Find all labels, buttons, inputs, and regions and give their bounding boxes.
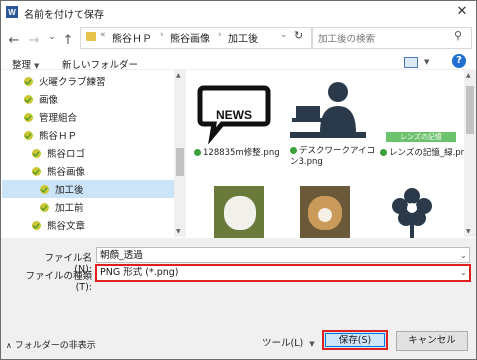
word-app-icon: W <box>6 6 18 18</box>
folder-tree: 火曜クラブ練習 画像 管理組合 熊谷ＨＰ 熊谷ロゴ 熊谷画像 加工後 加工前 熊… <box>2 72 174 234</box>
tree-item-label: 熊谷画像 <box>47 167 86 178</box>
lens-memory-badge: レンズの記憶 <box>386 132 456 142</box>
sync-check-icon <box>24 112 33 122</box>
sync-status-icon <box>290 147 297 154</box>
sync-status-icon <box>380 149 387 156</box>
filename-dropdown-icon[interactable]: ⌄ <box>460 251 467 260</box>
toolbar-divider <box>2 69 474 70</box>
help-icon[interactable]: ? <box>452 54 466 68</box>
file-name: デスクワークアイコン3.png <box>290 146 376 167</box>
content-scrollbar-thumb[interactable] <box>466 86 474 134</box>
file-item[interactable]: レンズの記憶 レンズの記憶_緑.png <box>380 118 471 159</box>
breadcrumb-separator: › <box>218 30 222 40</box>
file-item[interactable]: デスクワークアイコン3.png <box>290 76 375 167</box>
breadcrumb-separator: › <box>160 30 164 40</box>
news-label: NEWS <box>216 108 252 122</box>
tree-item-images[interactable]: 画像 <box>2 90 174 108</box>
tree-item-kumagaya-logo[interactable]: 熊谷ロゴ <box>2 144 174 162</box>
dog-photo-brown[interactable] <box>300 186 350 238</box>
breadcrumb-kumagaya-hp[interactable]: 熊谷ＨＰ <box>112 30 152 45</box>
address-dropdown-icon[interactable]: ⌄ <box>280 30 288 40</box>
refresh-icon[interactable]: ↻ <box>294 29 303 42</box>
dialog-title: 名前を付けて保存 <box>24 10 104 21</box>
dog-photo-white[interactable] <box>214 186 264 238</box>
flower-icon[interactable] <box>384 184 440 238</box>
tools-label: ツール(L) <box>262 338 304 349</box>
tree-item-label: 熊谷ＨＰ <box>39 131 78 142</box>
tree-item-kumagaya-hp[interactable]: 熊谷ＨＰ <box>2 126 174 144</box>
folder-icon <box>86 32 96 41</box>
sync-check-icon <box>24 130 33 140</box>
tree-item-label: 画像 <box>39 95 59 106</box>
file-name: 128835m修整.png <box>194 148 284 159</box>
view-options-icon[interactable] <box>404 57 418 68</box>
save-button[interactable]: 保存(S) <box>322 330 388 350</box>
sync-check-icon <box>32 166 41 176</box>
up-folder-icon[interactable]: ↑ <box>60 33 76 48</box>
search-icon[interactable]: ⚲ <box>454 29 462 42</box>
tree-item-label: 加工後 <box>55 185 84 196</box>
back-arrow-icon[interactable]: ← <box>6 33 22 48</box>
cancel-button[interactable]: キャンセル <box>396 331 468 351</box>
search-input[interactable]: 加工後の検索 <box>318 31 375 45</box>
content-scroll-up-icon[interactable]: ▲ <box>466 72 471 79</box>
recent-locations-chevron-icon[interactable]: ⌄ <box>44 32 60 42</box>
breadcrumb-processed[interactable]: 加工後 <box>228 30 258 45</box>
filename-input[interactable]: 朝顔_透過 <box>96 247 470 263</box>
forward-arrow-icon[interactable]: → <box>26 33 42 48</box>
breadcrumb-overflow[interactable]: « <box>100 30 106 40</box>
tree-item-kumagaya-text[interactable]: 熊谷文章 <box>2 216 174 234</box>
sync-check-icon <box>32 220 41 230</box>
hide-folders-button[interactable]: ∧ フォルダーの非表示 <box>6 338 96 351</box>
tree-item-processed[interactable]: 加工後 <box>2 180 174 198</box>
sync-check-icon <box>40 184 49 194</box>
tree-item-unprocessed[interactable]: 加工前 <box>2 198 174 216</box>
tree-scrollbar-thumb[interactable] <box>176 148 184 176</box>
file-name: レンズの記憶_緑.png <box>380 148 471 159</box>
tree-item-kayou-club[interactable]: 火曜クラブ練習 <box>2 72 174 90</box>
tree-item-label: 加工前 <box>55 203 84 214</box>
sync-check-icon <box>24 76 33 86</box>
view-dropdown-icon[interactable]: ▼ <box>424 58 429 66</box>
sync-status-icon <box>194 149 201 156</box>
tree-scroll-down-icon[interactable]: ▼ <box>176 228 181 235</box>
filetype-label: ファイルの種類(T): <box>25 271 92 293</box>
tree-item-label: 熊谷文章 <box>47 221 86 232</box>
filetype-dropdown-icon[interactable]: ⌄ <box>460 268 467 277</box>
filetype-select[interactable]: PNG 形式 (*.png) <box>95 264 471 282</box>
tree-item-label: 管理組合 <box>39 113 78 124</box>
tree-item-kumagaya-images[interactable]: 熊谷画像 <box>2 162 174 180</box>
collapse-chevron-icon: ∧ <box>6 341 12 350</box>
content-scroll-down-icon[interactable]: ▼ <box>466 228 471 235</box>
hide-folders-label: フォルダーの非表示 <box>14 341 96 351</box>
tools-menu[interactable]: ツール(L) ▼ <box>262 335 315 349</box>
breadcrumb-kumagaya-images[interactable]: 熊谷画像 <box>170 30 210 45</box>
tree-item-label: 熊谷ロゴ <box>47 149 86 160</box>
tree-scroll-up-icon[interactable]: ▲ <box>176 72 181 79</box>
tree-item-label: 火曜クラブ練習 <box>39 77 106 88</box>
sync-check-icon <box>24 94 33 104</box>
tree-item-kanri-kumiai[interactable]: 管理組合 <box>2 108 174 126</box>
tools-dropdown-icon: ▼ <box>309 340 315 348</box>
file-item[interactable]: NEWS 128835m修整.png <box>194 80 280 160</box>
desk-work-icon <box>290 82 366 138</box>
sync-check-icon <box>40 202 49 212</box>
close-button[interactable]: ✕ <box>452 3 472 21</box>
sync-check-icon <box>32 148 41 158</box>
